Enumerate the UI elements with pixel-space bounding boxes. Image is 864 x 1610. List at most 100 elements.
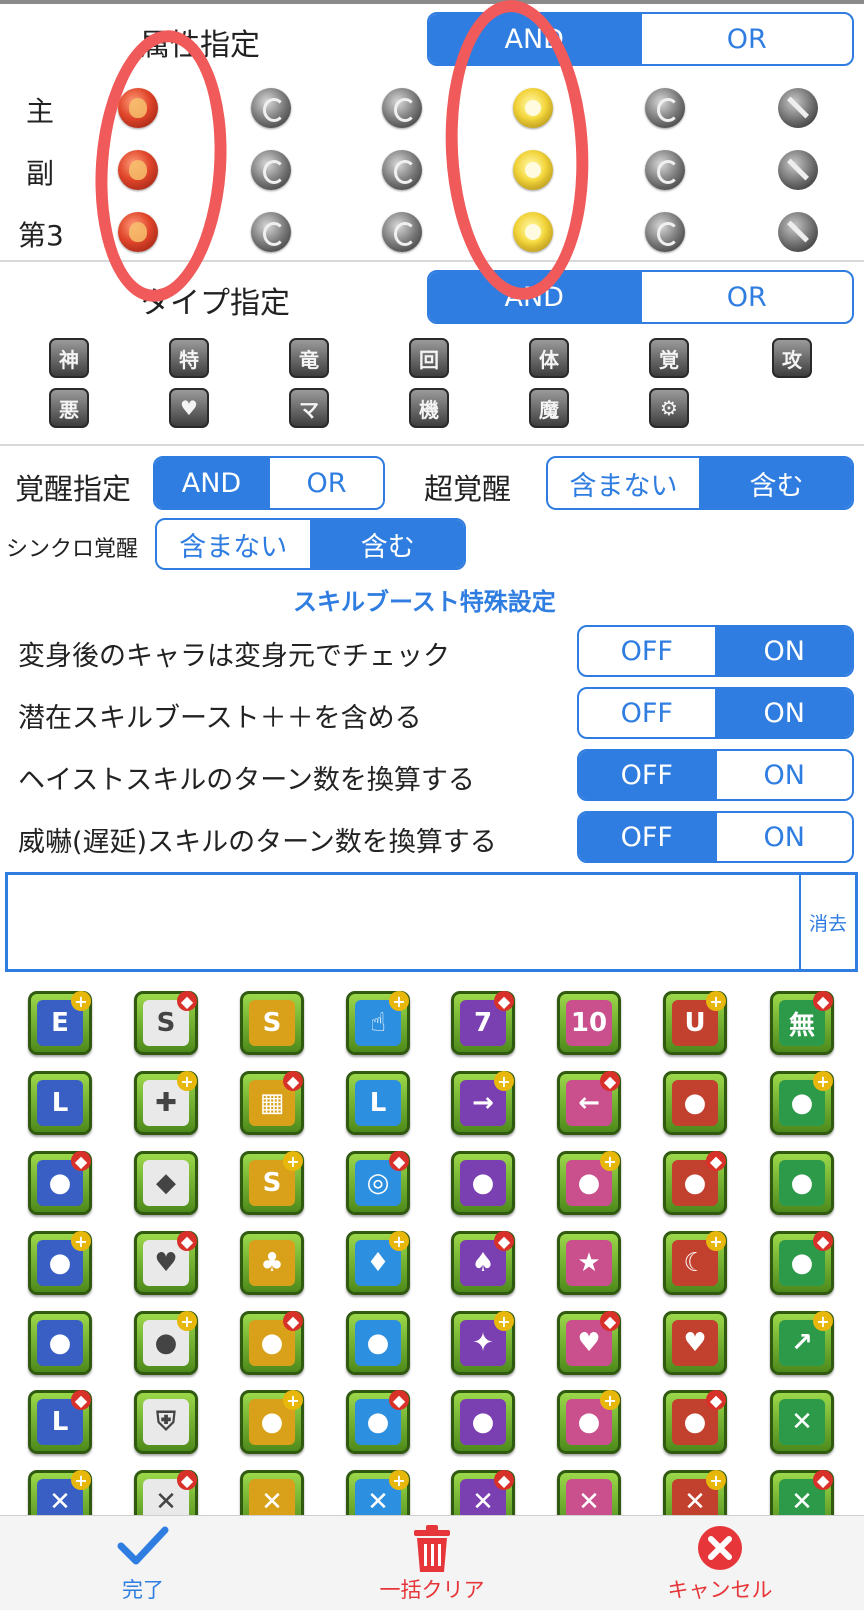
type-balance-icon[interactable]: 機: [409, 388, 449, 428]
attribute-or-option[interactable]: OR: [639, 14, 853, 64]
setting-toggle[interactable]: OFF ON: [577, 625, 854, 677]
light-plus-icon[interactable]: ●: [770, 1151, 834, 1215]
type-enhance-material-icon[interactable]: ♥: [169, 388, 209, 428]
l-shape-attack-icon[interactable]: L: [28, 1071, 92, 1135]
wood-row-icon[interactable]: ♠ ◆: [451, 1231, 515, 1295]
type-attacker-icon[interactable]: 攻: [772, 338, 812, 378]
no-attribute-third[interactable]: [778, 212, 818, 252]
l-lock-icon[interactable]: L: [346, 1071, 410, 1135]
sparkle-icon[interactable]: ✦ +: [451, 1311, 515, 1375]
dark-orb-sub[interactable]: [645, 150, 685, 190]
dark-resist-icon[interactable]: ● ◆: [663, 1390, 727, 1454]
type-awaken-material-icon[interactable]: 覚: [649, 338, 689, 378]
light-resist-icon[interactable]: ● +: [557, 1390, 621, 1454]
fire-resist-icon[interactable]: ● +: [240, 1390, 304, 1454]
equip-E-icon[interactable]: E +: [28, 991, 92, 1055]
wood-plus-icon[interactable]: ● ◆: [663, 1151, 727, 1215]
setting-toggle[interactable]: OFF ON: [577, 687, 854, 739]
team-heal-icon[interactable]: ♥ ◆: [557, 1311, 621, 1375]
clear-all-button[interactable]: 一括クリア: [357, 1516, 507, 1610]
sync-include-option[interactable]: 含む: [309, 520, 464, 568]
dark-combo-icon[interactable]: ●: [346, 1311, 410, 1375]
type-dragon2-icon[interactable]: マ: [289, 388, 329, 428]
dark-orb-main[interactable]: [645, 88, 685, 128]
super-exclude-option[interactable]: 含まない: [548, 458, 699, 508]
10c-combo-icon[interactable]: 10: [557, 991, 621, 1055]
super-awakening-toggle[interactable]: 含まない 含む: [546, 456, 854, 510]
setting-off-option[interactable]: OFF: [579, 627, 715, 675]
setting-on-option[interactable]: ON: [714, 751, 853, 799]
dark-orb-third[interactable]: [645, 212, 685, 252]
type-demon-icon[interactable]: 魔: [529, 388, 569, 428]
4-color-icon[interactable]: ● ◆: [28, 1151, 92, 1215]
wood-orb-sub[interactable]: [382, 150, 422, 190]
cross-attack-icon[interactable]: ✚ +: [134, 1071, 198, 1135]
wood-resist-icon[interactable]: ●: [451, 1390, 515, 1454]
skill-boost-team-icon[interactable]: S +: [240, 1151, 304, 1215]
type-machine-icon[interactable]: ⚙: [649, 388, 689, 428]
water-plus-icon[interactable]: ● +: [557, 1151, 621, 1215]
no-attribute-main[interactable]: [778, 88, 818, 128]
type-healer-icon[interactable]: 回: [409, 338, 449, 378]
wood-orb-third[interactable]: [382, 212, 422, 252]
type-god-icon[interactable]: 神: [49, 338, 89, 378]
type-devil-icon[interactable]: 悪: [49, 388, 89, 428]
7c-combo-icon[interactable]: 7 ◆: [451, 991, 515, 1055]
guard-icon[interactable]: ⛨: [134, 1390, 198, 1454]
clear-button[interactable]: 消去: [799, 875, 855, 969]
dark-row-icon[interactable]: ☾ +: [663, 1231, 727, 1295]
setting-off-option[interactable]: OFF: [579, 813, 715, 861]
type-evo-material-icon[interactable]: 特: [169, 338, 209, 378]
setting-on-option[interactable]: ON: [714, 813, 853, 861]
l-attack-icon[interactable]: L ◆: [28, 1390, 92, 1454]
team-rcv-icon[interactable]: ♥: [663, 1311, 727, 1375]
skill-boost-plus-icon[interactable]: S ◆: [134, 991, 198, 1055]
bounce-icon[interactable]: U +: [663, 991, 727, 1055]
light-combo-icon[interactable]: ● ◆: [240, 1311, 304, 1375]
skill-boost-minus-icon[interactable]: S: [240, 991, 304, 1055]
cursor-plus-icon[interactable]: ☝ +: [346, 991, 410, 1055]
damage-reduction-icon[interactable]: ◎ ◆: [346, 1151, 410, 1215]
water-orb-sub[interactable]: [251, 150, 291, 190]
super-include-option[interactable]: 含む: [699, 458, 852, 508]
type-physical-icon[interactable]: 体: [529, 338, 569, 378]
awakening-and-option[interactable]: AND: [155, 458, 268, 508]
fire-row-icon[interactable]: ♣: [240, 1231, 304, 1295]
water-resist-icon[interactable]: ● ◆: [346, 1390, 410, 1454]
crit-up-icon[interactable]: ↗ +: [770, 1311, 834, 1375]
orb-break-icon[interactable]: ◆: [134, 1151, 198, 1215]
awakening-or-option[interactable]: OR: [268, 458, 383, 508]
setting-on-option[interactable]: ON: [714, 627, 852, 675]
awakening-and-or-toggle[interactable]: AND OR: [153, 456, 385, 510]
done-button[interactable]: 完了: [68, 1516, 218, 1610]
light-row-icon[interactable]: ★: [557, 1231, 621, 1295]
setting-on-option[interactable]: ON: [714, 689, 852, 737]
wood-orb-main[interactable]: [382, 88, 422, 128]
3-color-icon[interactable]: ●: [663, 1071, 727, 1135]
fire-combo-icon[interactable]: ● ◆: [770, 1231, 834, 1295]
cancel-button[interactable]: キャンセル: [645, 1516, 795, 1610]
setting-off-option[interactable]: OFF: [579, 751, 715, 799]
skill-boost-settings-link[interactable]: スキルブースト特殊設定: [293, 582, 556, 617]
water-combo-icon[interactable]: ●: [28, 1311, 92, 1375]
dark-plus-icon[interactable]: ● +: [28, 1231, 92, 1295]
left-right-attack-icon[interactable]: → +: [451, 1071, 515, 1135]
5-color-icon[interactable]: ● +: [770, 1071, 834, 1135]
setting-toggle[interactable]: OFF ON: [577, 749, 854, 801]
right-left-attack-icon[interactable]: ← ◆: [557, 1071, 621, 1135]
wood-combo-icon[interactable]: ● +: [134, 1311, 198, 1375]
rainbow-board-icon[interactable]: ▦ ◆: [240, 1071, 304, 1135]
sync-exclude-option[interactable]: 含まない: [157, 520, 310, 568]
water-orb-third[interactable]: [251, 212, 291, 252]
setting-off-option[interactable]: OFF: [579, 689, 715, 737]
sync-awakening-toggle[interactable]: 含まない 含む: [155, 518, 466, 570]
fire-plus-icon[interactable]: ●: [451, 1151, 515, 1215]
setting-toggle[interactable]: OFF ON: [577, 811, 854, 863]
water-row-icon[interactable]: ♦ +: [346, 1231, 410, 1295]
water-orb-main[interactable]: [251, 88, 291, 128]
guard-break-icon[interactable]: 無 ◆: [770, 991, 834, 1055]
heart-plus-icon[interactable]: ♥ ◆: [134, 1231, 198, 1295]
no-attribute-sub[interactable]: [778, 150, 818, 190]
jammer-resist-icon[interactable]: ✕: [770, 1390, 834, 1454]
type-or-option[interactable]: OR: [639, 272, 853, 322]
